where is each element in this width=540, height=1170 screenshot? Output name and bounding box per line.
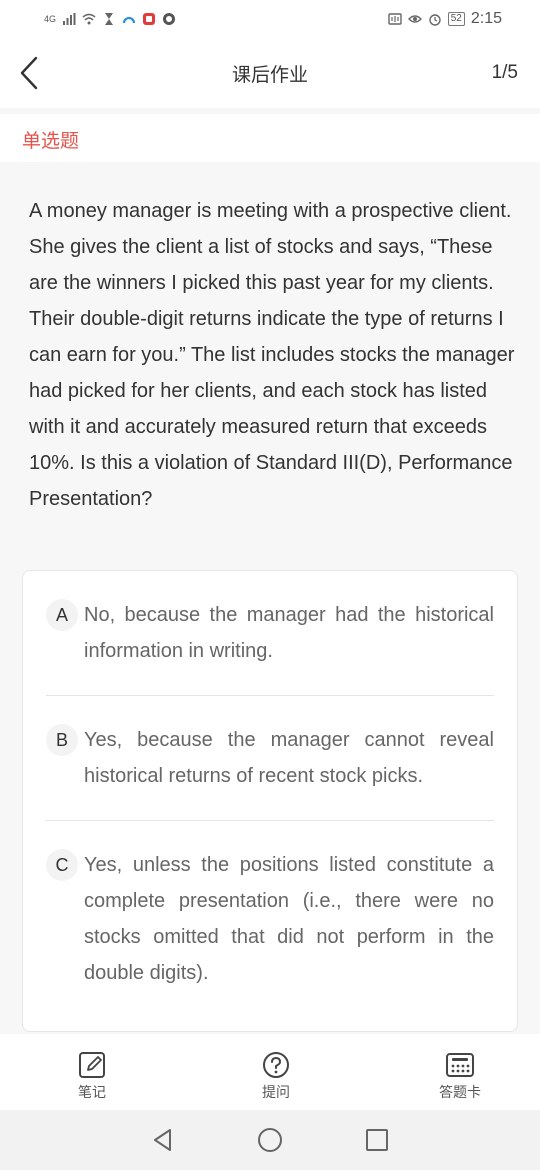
nfc-icon (388, 13, 402, 25)
eye-icon (407, 15, 422, 23)
page-title: 课后作业 (231, 64, 308, 86)
wifi-icon (82, 13, 96, 25)
app-header: 课后作业 1/5 (0, 38, 540, 108)
tab-answer-card-label: 答题卡 (439, 1084, 481, 1100)
option-c[interactable]: C Yes, unless the positions listed const… (46, 821, 494, 1017)
options-card: A No, because the manager had the histor… (22, 570, 518, 1032)
network-type: 4G (44, 14, 57, 24)
status-icons-left: 4G (44, 12, 176, 26)
signal-icon (63, 13, 76, 25)
option-text: Yes, because the manager cannot reveal h… (84, 729, 494, 787)
app-circle-notification-icon (163, 13, 176, 25)
tab-answer-card[interactable]: 答题卡 (438, 1034, 482, 1110)
system-nav-bar (0, 1110, 540, 1170)
nav-recents-icon[interactable] (362, 1125, 392, 1155)
question-type-label: 单选题 (22, 131, 80, 152)
tab-notes-label: 笔记 (78, 1084, 106, 1100)
status-bar: 4G 52 2:15 (0, 0, 540, 38)
option-letter-badge: A (46, 599, 78, 631)
battery-icon: 52 (447, 12, 465, 26)
question-type-bar: 单选题 (0, 114, 540, 162)
hourglass-icon (105, 13, 114, 25)
clock-time: 2:15 (470, 10, 502, 27)
tab-notes[interactable]: 笔记 (70, 1034, 114, 1110)
question-icon (263, 1052, 289, 1078)
tab-ask-label: 提问 (262, 1084, 290, 1100)
alarm-icon (429, 14, 441, 26)
option-b[interactable]: B Yes, because the manager cannot reveal… (46, 696, 494, 821)
nav-back-icon[interactable] (148, 1125, 178, 1155)
option-a[interactable]: A No, because the manager had the histor… (46, 571, 494, 696)
option-text: Yes, unless the positions listed constit… (84, 854, 494, 984)
tab-ask[interactable]: 提问 (254, 1034, 298, 1110)
status-icons-right: 52 2:15 (388, 10, 502, 28)
note-edit-icon (79, 1052, 105, 1078)
bottom-toolbar: 笔记 提问 答题卡 (0, 1034, 540, 1110)
question-page-counter: 1/5 (491, 62, 518, 83)
nav-home-icon[interactable] (255, 1125, 285, 1155)
answer-card-icon (446, 1053, 474, 1077)
app-red-notification-icon (143, 13, 156, 25)
back-arrow-icon[interactable] (16, 54, 46, 92)
option-text: No, because the manager had the historic… (84, 604, 494, 662)
option-letter-badge: B (46, 724, 78, 756)
option-letter-badge: C (46, 849, 78, 881)
app-notification-icon (122, 16, 136, 24)
question-text: A money manager is meeting with a prospe… (29, 200, 515, 510)
question-content: A money manager is meeting with a prospe… (0, 168, 540, 1034)
